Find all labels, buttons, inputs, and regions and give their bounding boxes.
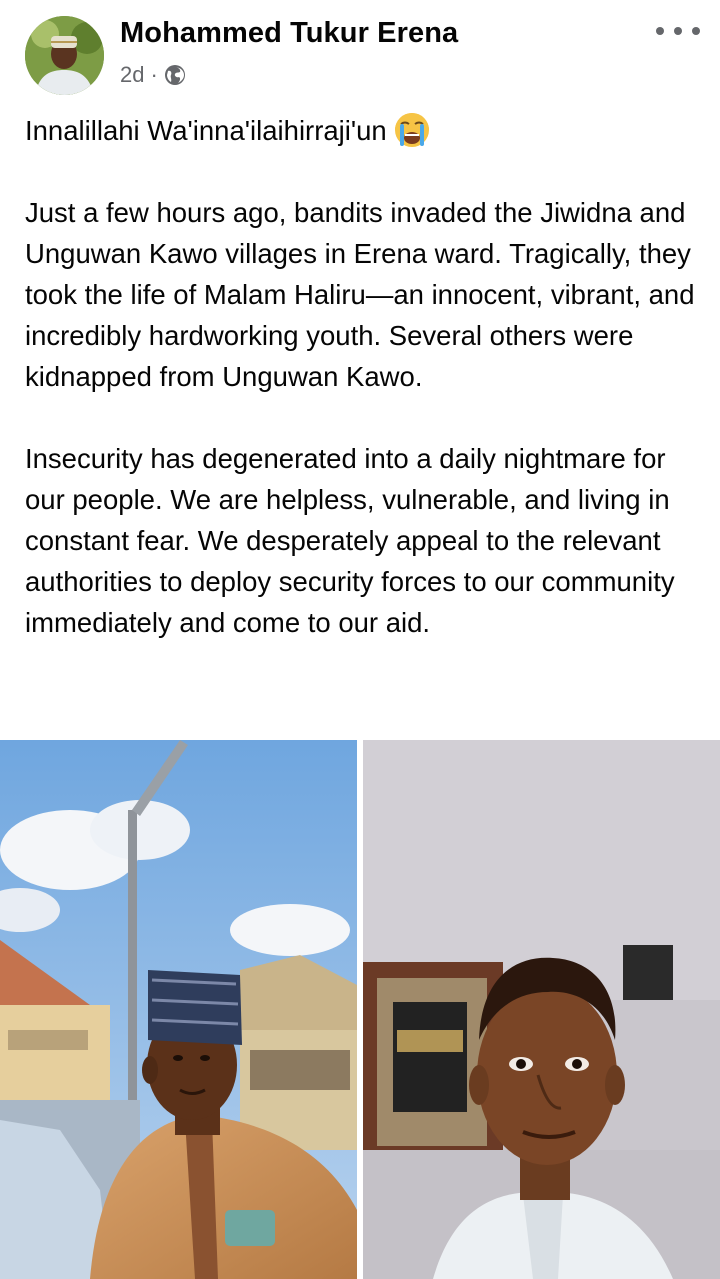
- post-paragraph: Just a few hours ago, bandits invaded th…: [25, 197, 695, 392]
- post-body: Innalillahi Wa'inna'ilaihirraji'un Just …: [25, 110, 705, 643]
- post-paragraph: Innalillahi Wa'inna'ilaihirraji'un: [25, 110, 705, 151]
- post-photos: [0, 740, 720, 1279]
- avatar-image: [25, 16, 104, 95]
- post-paragraph: Insecurity has degenerated into a daily …: [25, 443, 675, 638]
- more-options-icon[interactable]: [656, 18, 700, 44]
- photo-young-man-indoors[interactable]: [363, 740, 720, 1279]
- loudly-crying-face-icon: [393, 111, 431, 149]
- meta-separator: ·: [150, 62, 158, 87]
- photo-young-man-outdoors[interactable]: [0, 740, 357, 1279]
- post-header: Mohammed Tukur Erena 2d ·: [0, 0, 720, 100]
- author-avatar[interactable]: [25, 16, 104, 95]
- author-name[interactable]: Mohammed Tukur Erena: [120, 17, 458, 50]
- post-meta: 2d ·: [120, 62, 186, 88]
- globe-icon[interactable]: [164, 64, 186, 86]
- facebook-post: Mohammed Tukur Erena 2d · Innalillahi Wa…: [0, 0, 720, 1279]
- post-timestamp[interactable]: 2d: [120, 62, 144, 88]
